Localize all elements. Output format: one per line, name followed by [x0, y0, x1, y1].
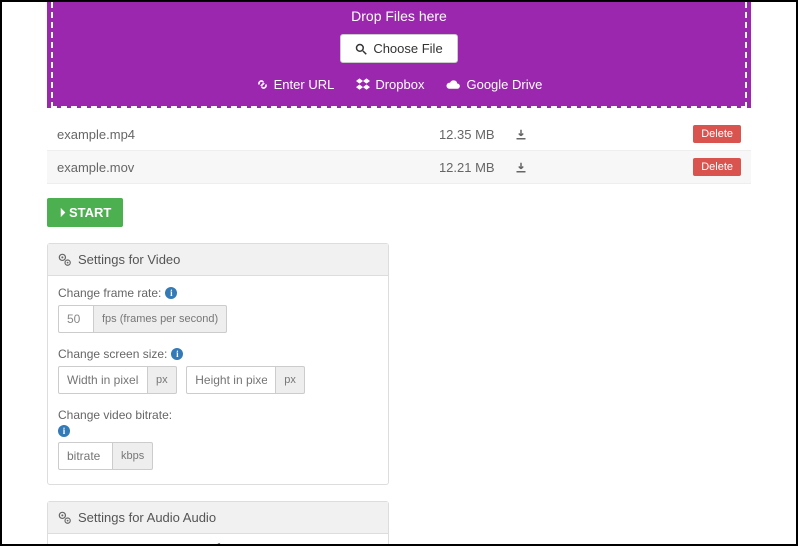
frame-rate-suffix: fps (frames per second): [94, 305, 227, 333]
dropbox-link[interactable]: Dropbox: [356, 77, 424, 92]
file-list: example.mp4 12.35 MB Delete example.mov …: [47, 118, 751, 184]
cloud-icon: [446, 79, 461, 91]
file-size: 12.21 MB: [399, 151, 505, 184]
dropbox-icon: [356, 78, 370, 91]
dropbox-label: Dropbox: [375, 77, 424, 92]
bitrate-input[interactable]: [58, 442, 113, 470]
start-button-top[interactable]: START: [47, 198, 123, 227]
download-icon[interactable]: [515, 129, 527, 141]
search-icon: [355, 43, 367, 55]
video-settings-panel: Settings for Video Change frame rate: i …: [47, 243, 389, 485]
choose-file-label: Choose File: [373, 41, 442, 56]
frame-rate-label: Change frame rate: i: [58, 286, 378, 300]
file-row: example.mp4 12.35 MB Delete: [47, 118, 751, 151]
start-label: START: [69, 205, 111, 220]
delete-button[interactable]: Delete: [693, 158, 741, 176]
file-name: example.mov: [47, 151, 399, 184]
width-input[interactable]: [58, 366, 148, 394]
chevron-right-icon: [59, 207, 68, 218]
frame-rate-input[interactable]: [58, 305, 94, 333]
video-settings-title: Settings for Video: [78, 252, 180, 267]
audio-settings-panel: Settings for Audio Audio Disable audio t…: [47, 501, 389, 546]
height-input[interactable]: [186, 366, 276, 394]
enter-url-link[interactable]: Enter URL: [256, 77, 335, 92]
drop-files-area[interactable]: Drop Files here Choose File Enter URL Dr…: [47, 2, 751, 108]
video-settings-header: Settings for Video: [48, 244, 388, 276]
download-icon[interactable]: [515, 162, 527, 174]
gears-icon: [58, 511, 72, 525]
drop-title: Drop Files here: [63, 2, 735, 34]
gears-icon: [58, 253, 72, 267]
info-icon[interactable]: i: [58, 425, 70, 437]
file-name: example.mp4: [47, 118, 399, 151]
px-suffix: px: [276, 366, 305, 394]
choose-file-button[interactable]: Choose File: [340, 34, 457, 63]
info-icon[interactable]: i: [171, 348, 183, 360]
kbps-suffix: kbps: [113, 442, 153, 470]
enter-url-label: Enter URL: [274, 77, 335, 92]
file-row: example.mov 12.21 MB Delete: [47, 151, 751, 184]
file-size: 12.35 MB: [399, 118, 505, 151]
screen-size-label: Change screen size: i: [58, 347, 378, 361]
audio-settings-title: Settings for Audio Audio: [78, 510, 216, 525]
link-icon: [256, 78, 269, 91]
audio-settings-header: Settings for Audio Audio: [48, 502, 388, 534]
gdrive-link[interactable]: Google Drive: [446, 77, 542, 92]
delete-button[interactable]: Delete: [693, 125, 741, 143]
bitrate-label: Change video bitrate: i: [58, 408, 378, 437]
info-icon[interactable]: i: [165, 287, 177, 299]
px-suffix: px: [148, 366, 177, 394]
gdrive-label: Google Drive: [466, 77, 542, 92]
